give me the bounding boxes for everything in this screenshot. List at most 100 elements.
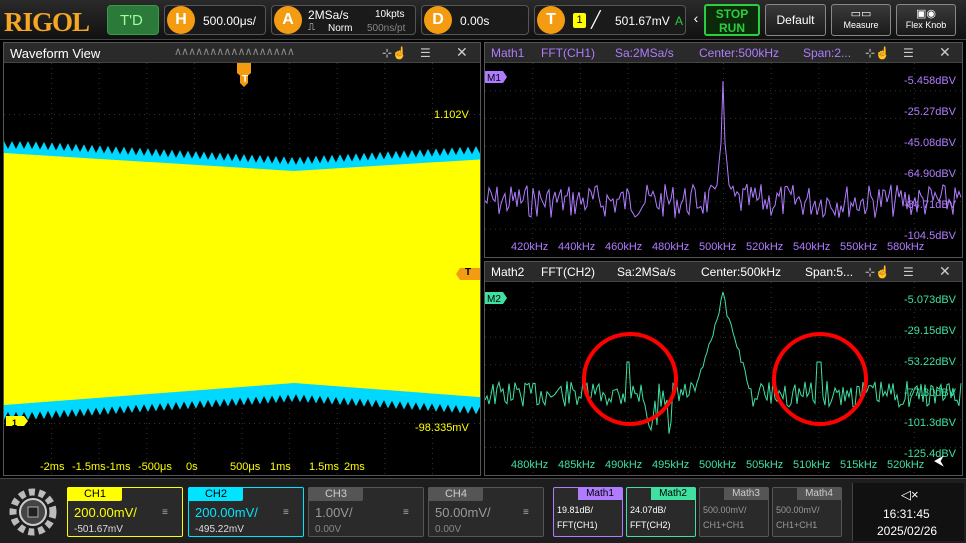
bottom-channel-bar: CH1 200.00mV/ -501.67mV ≡ CH2 200.00mV/ -495.2… xyxy=(0,478,966,543)
m1-x-tick: 440kHz xyxy=(558,241,596,253)
level-high-label: 1.102V xyxy=(434,109,469,121)
m1-x-tick: 420kHz xyxy=(511,241,549,253)
touch-icon[interactable]: ⊹☝ xyxy=(865,265,890,279)
math1-titlebar: Math1 FFT(CH1) Sa:2MSa/s Center:500kHz S… xyxy=(485,43,962,63)
m1-y-label: -45.08dBV xyxy=(904,137,956,149)
channel-tag: CH3 xyxy=(309,487,363,501)
math-op: CH1+CH1 xyxy=(776,520,818,530)
math1-name: Math1 xyxy=(491,46,525,60)
m2-x-tick: 505kHz xyxy=(746,459,784,471)
h-icon: H xyxy=(167,6,195,34)
flex-knob-icon: ▣◉ xyxy=(916,8,936,20)
delay-control[interactable]: D 0.00s xyxy=(421,5,529,35)
math2-fft-panel[interactable]: Math2 FFT(CH2) Sa:2MSa/s Center:500kHz S… xyxy=(484,261,963,491)
trigger-marker-label: T xyxy=(242,74,249,85)
memory-depth: 10kpts xyxy=(375,9,405,20)
rigol-logo: RIGOL xyxy=(4,7,90,37)
m1-x-tick: 520kHz xyxy=(746,241,784,253)
m1-x-tick: 540kHz xyxy=(793,241,831,253)
trigger-control[interactable]: T 1 ╱ 501.67mV A xyxy=(534,5,686,35)
math1-sa: Sa:2MSa/s xyxy=(615,46,674,60)
t-icon: T xyxy=(537,6,565,34)
math1-marker-label: M1 xyxy=(487,73,501,84)
stop-label: STOP xyxy=(715,7,749,21)
math-scale: 500.00mV/ xyxy=(776,505,820,515)
waveform-plot xyxy=(4,63,480,475)
clock-area: ◁× 16:31:45 2025/02/26 xyxy=(852,483,964,541)
delay-value: 0.00s xyxy=(460,14,490,28)
math2-span: Span:5... xyxy=(805,265,854,279)
math3-box[interactable]: Math3 500.00mV/CH1+CH1 xyxy=(699,487,769,537)
waveform-x-tick: -2ms xyxy=(40,461,65,473)
math2-marker-label: M2 xyxy=(487,294,501,305)
level-low-label: -98.335mV xyxy=(415,422,469,434)
math-tag: Math3 xyxy=(724,487,768,500)
speaker-icon[interactable]: ◁× xyxy=(901,487,919,503)
math4-box[interactable]: Math4 500.00mV/CH1+CH1 xyxy=(772,487,842,537)
touch-icon[interactable]: ⊹☝ xyxy=(865,46,890,60)
math-tag: Math2 xyxy=(651,487,695,500)
stop-run-button[interactable]: STOP RUN xyxy=(704,4,760,36)
acquisition-control[interactable]: A 2MSa/s ⎍ Norm 10kpts 500ns/pt xyxy=(271,5,416,35)
channel-ch3-box[interactable]: CH3 1.00V/0.00V ≡ xyxy=(308,487,424,537)
channel-ch2-box[interactable]: CH2 200.00mV/ -495.22mV ≡ xyxy=(188,487,304,537)
touch-icon[interactable]: ⊹☝ xyxy=(382,46,407,60)
flex-knob-button[interactable]: ▣◉ Flex Knob xyxy=(896,4,956,36)
math2-box[interactable]: Math2 24.07dB/FFT(CH2) xyxy=(626,487,696,537)
ch1-marker-label: 1 xyxy=(12,418,18,428)
trigger-source-badge: 1 xyxy=(573,13,586,28)
close-icon[interactable]: ✕ xyxy=(939,263,951,280)
m2-y-label: -101.3dBV xyxy=(904,417,956,430)
time-mode-button[interactable]: T'D xyxy=(107,5,159,35)
clock-date: 2025/02/26 xyxy=(877,524,938,538)
channel-tag: CH2 xyxy=(189,487,243,501)
default-button[interactable]: Default xyxy=(765,4,826,36)
clock-time: 16:31:45 xyxy=(883,507,930,521)
m1-y-label: -84.71dBV xyxy=(904,199,956,211)
channel-tag: CH1 xyxy=(68,487,122,501)
math1-span: Span:2... xyxy=(803,46,852,60)
menu-icon[interactable]: ☰ xyxy=(903,265,914,279)
channel-ch4-box[interactable]: CH4 50.00mV/0.00V ≡ xyxy=(428,487,544,537)
waveform-x-tick: 500μs xyxy=(230,461,261,473)
channel-tag: CH4 xyxy=(429,487,483,501)
coupling-icon: ≡ xyxy=(162,507,168,518)
home-gear-icon[interactable] xyxy=(6,485,60,539)
m2-x-tick: 515kHz xyxy=(840,459,878,471)
chevron-left-icon[interactable]: ‹ xyxy=(690,10,702,42)
waveform-x-tick: -500μs xyxy=(138,461,172,473)
collapse-arrow-icon[interactable]: ⮜ xyxy=(934,452,944,469)
m2-y-label: -5.073dBV xyxy=(904,294,956,306)
rising-edge-icon: ╱ xyxy=(591,12,601,29)
waveform-x-tick: 1ms xyxy=(270,461,291,473)
close-icon[interactable]: ✕ xyxy=(456,44,468,61)
horizontal-timebase-control[interactable]: H 500.00μs/ xyxy=(164,5,266,35)
m1-x-tick: 480kHz xyxy=(652,241,690,253)
m2-y-label: -77.30dBV xyxy=(904,386,956,399)
math1-fft-panel[interactable]: Math1 FFT(CH1) Sa:2MSa/s Center:500kHz S… xyxy=(484,42,963,273)
math-tag: Math1 xyxy=(578,487,622,500)
trigger-mode: Norm xyxy=(328,23,353,34)
waveform-x-tick: 1.5ms xyxy=(309,461,339,473)
time-mode-label: T'D xyxy=(120,12,143,29)
ch1-trace xyxy=(4,153,480,405)
math1-box[interactable]: Math1 19.81dB/FFT(CH1) xyxy=(553,487,623,537)
channel-offset: -495.22mV xyxy=(195,524,244,535)
measure-button[interactable]: ▭▭ Measure xyxy=(831,4,891,36)
top-status-bar: RIGOL T'D H 500.00μs/ A 2MSa/s ⎍ Norm 10… xyxy=(0,0,966,40)
m1-y-label: -25.27dBV xyxy=(904,106,956,118)
menu-icon[interactable]: ☰ xyxy=(903,46,914,60)
trig-mode-icon: ⎍ xyxy=(308,22,315,33)
trigger-level-marker-label: T xyxy=(465,267,472,278)
trigger-status: A xyxy=(675,14,684,28)
math-scale: 24.07dB/ xyxy=(630,505,667,515)
m2-x-tick: 480kHz xyxy=(511,459,549,471)
menu-icon[interactable]: ☰ xyxy=(420,46,431,60)
run-label: RUN xyxy=(719,21,745,35)
math1-op: FFT(CH1) xyxy=(541,46,595,60)
close-icon[interactable]: ✕ xyxy=(939,44,951,61)
waveform-view-panel[interactable]: Waveform View ∧∧∧∧∧∧∧∧∧∧∧∧∧∧∧∧∧ ⊹☝ ☰ ✕ T… xyxy=(3,42,481,476)
waveform-x-tick: 0s xyxy=(186,461,198,473)
math-op: FFT(CH2) xyxy=(630,520,671,530)
channel-ch1-box[interactable]: CH1 200.00mV/ -501.67mV ≡ xyxy=(67,487,183,537)
